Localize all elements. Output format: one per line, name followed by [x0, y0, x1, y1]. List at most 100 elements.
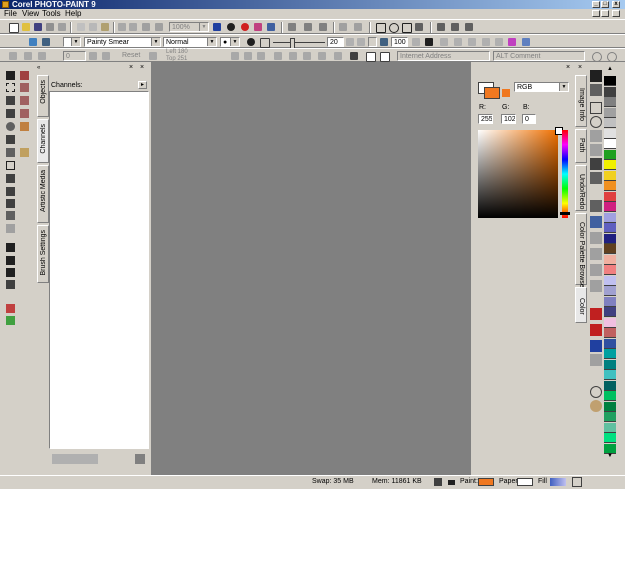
rect-mask-icon[interactable]	[6, 83, 15, 92]
sparkle-icon[interactable]	[507, 37, 517, 47]
palette-swatch[interactable]	[604, 422, 616, 433]
palette-swatch[interactable]	[604, 286, 616, 296]
flip-v-icon[interactable]	[101, 51, 111, 61]
minimize-button[interactable]: _	[592, 1, 600, 8]
mask-icon[interactable]	[287, 22, 297, 32]
mask-remove-icon[interactable]	[318, 22, 328, 32]
object-ungroup-icon[interactable]	[464, 22, 474, 32]
open-icon[interactable]	[21, 22, 31, 32]
right-zoom100-icon[interactable]	[590, 340, 602, 352]
tab-objects[interactable]: Objects	[37, 75, 49, 117]
brush-type-swatch[interactable]: ▼	[63, 37, 81, 47]
right-rainbow-icon[interactable]	[590, 216, 602, 228]
crop-icon[interactable]	[6, 109, 15, 118]
effects-icon[interactable]	[253, 22, 263, 32]
palette-swatch[interactable]	[604, 370, 616, 380]
palette-swatch[interactable]	[604, 265, 616, 275]
right-tool-11-icon[interactable]	[590, 232, 602, 244]
right-tool-18-icon[interactable]	[590, 354, 602, 366]
brush-type-dropdown[interactable]: Painty Smear ▼	[84, 37, 161, 47]
close-button[interactable]: x	[612, 1, 620, 8]
reset-button[interactable]: Reset	[122, 52, 140, 59]
tab-color[interactable]: Color	[575, 287, 587, 323]
rectangle-tool-icon[interactable]	[6, 161, 15, 170]
transparency-icon[interactable]	[356, 37, 366, 47]
tab-undo-redo[interactable]: Undo/Redo	[575, 165, 587, 211]
tab-channels[interactable]: Channels	[37, 119, 49, 163]
palette-swatch[interactable]	[604, 328, 616, 338]
line-icon[interactable]	[414, 22, 424, 32]
left-position-field[interactable]: Left 180	[166, 49, 188, 55]
right-plus-icon[interactable]	[590, 308, 602, 320]
red-brush-icon[interactable]	[6, 304, 15, 313]
nib-size-field[interactable]: 20	[327, 37, 344, 47]
rectangle-icon[interactable]	[375, 22, 386, 33]
color-docker-close2-icon[interactable]: ×	[578, 64, 586, 72]
soft-edge-icon[interactable]	[411, 37, 421, 47]
doc-restore-button[interactable]	[601, 10, 609, 17]
effect-tool-icon[interactable]	[6, 224, 15, 233]
right-bug-icon[interactable]	[590, 324, 602, 336]
palette-swatch[interactable]	[604, 212, 616, 223]
palette-swatch[interactable]	[604, 107, 616, 118]
right-hand-icon[interactable]	[590, 400, 602, 412]
save-icon[interactable]	[33, 22, 43, 32]
palette-swatch[interactable]	[604, 149, 616, 160]
mask-invert-icon[interactable]	[303, 22, 313, 32]
polygon-icon[interactable]	[401, 22, 412, 33]
object-frame-icon[interactable]	[365, 51, 376, 62]
palette-swatch[interactable]	[604, 307, 616, 317]
palette-swatch[interactable]	[604, 275, 616, 286]
palette-swatch[interactable]	[604, 181, 616, 191]
eyedropper-icon[interactable]	[6, 135, 15, 144]
move-icon[interactable]	[37, 51, 47, 61]
hue-slider[interactable]	[562, 130, 568, 218]
target-icon[interactable]	[591, 51, 602, 62]
whats-this-icon[interactable]	[266, 22, 276, 32]
ellipse-icon[interactable]	[388, 22, 399, 33]
paint-color-small[interactable]	[502, 89, 510, 97]
position-icon[interactable]	[23, 51, 33, 61]
palette-swatch[interactable]	[604, 412, 616, 422]
palette-scroll-up-icon[interactable]: ▲	[604, 66, 616, 74]
fill-tool-icon[interactable]	[6, 187, 15, 196]
fill-bucket-icon[interactable]	[338, 22, 348, 32]
menu-help[interactable]: Help	[65, 9, 81, 19]
map-icon[interactable]	[302, 51, 312, 61]
channel-buttons[interactable]	[52, 454, 98, 464]
delete-channel-icon[interactable]	[135, 454, 145, 464]
corel-c-icon[interactable]	[240, 22, 250, 32]
image-sprayer-icon[interactable]	[6, 256, 15, 265]
hue-slider-thumb[interactable]	[560, 212, 570, 215]
right-grid-icon[interactable]	[590, 200, 602, 212]
doc-close-button[interactable]	[612, 10, 620, 17]
spin-icon[interactable]	[345, 37, 355, 47]
transparency-spin[interactable]	[368, 37, 377, 47]
palette-swatch[interactable]	[604, 97, 616, 107]
palette-swatch[interactable]	[604, 391, 616, 401]
paint-status-swatch[interactable]	[478, 478, 494, 486]
symmetry-icon[interactable]	[453, 37, 463, 47]
palette-swatch[interactable]	[604, 244, 616, 254]
mask-transform-icon[interactable]	[20, 96, 29, 105]
object-black-icon[interactable]	[349, 51, 359, 61]
target2-icon[interactable]	[606, 51, 617, 62]
merge-mode-dropdown[interactable]: Normal ▼	[163, 37, 217, 47]
palette-swatch[interactable]	[604, 128, 616, 139]
menu-tools[interactable]: Tools	[42, 9, 61, 19]
local-undo-icon[interactable]	[20, 148, 29, 157]
dab-icon[interactable]	[467, 37, 477, 47]
palette-swatch[interactable]	[604, 349, 616, 359]
nib-shape-dropdown[interactable]: ● ▼	[220, 37, 240, 47]
right-rect-icon[interactable]	[590, 102, 602, 114]
palette-swatch[interactable]	[604, 202, 616, 212]
object-lock-icon[interactable]	[333, 51, 343, 61]
workspace[interactable]	[151, 62, 471, 475]
palette-swatch[interactable]	[604, 296, 616, 307]
object-group-icon[interactable]	[450, 22, 460, 32]
paste-icon[interactable]	[100, 22, 110, 32]
maximize-button[interactable]: □	[601, 1, 609, 8]
palette-swatch[interactable]	[604, 223, 616, 233]
fill-status-swatch[interactable]	[550, 478, 566, 486]
rotate-icon[interactable]	[8, 51, 18, 61]
